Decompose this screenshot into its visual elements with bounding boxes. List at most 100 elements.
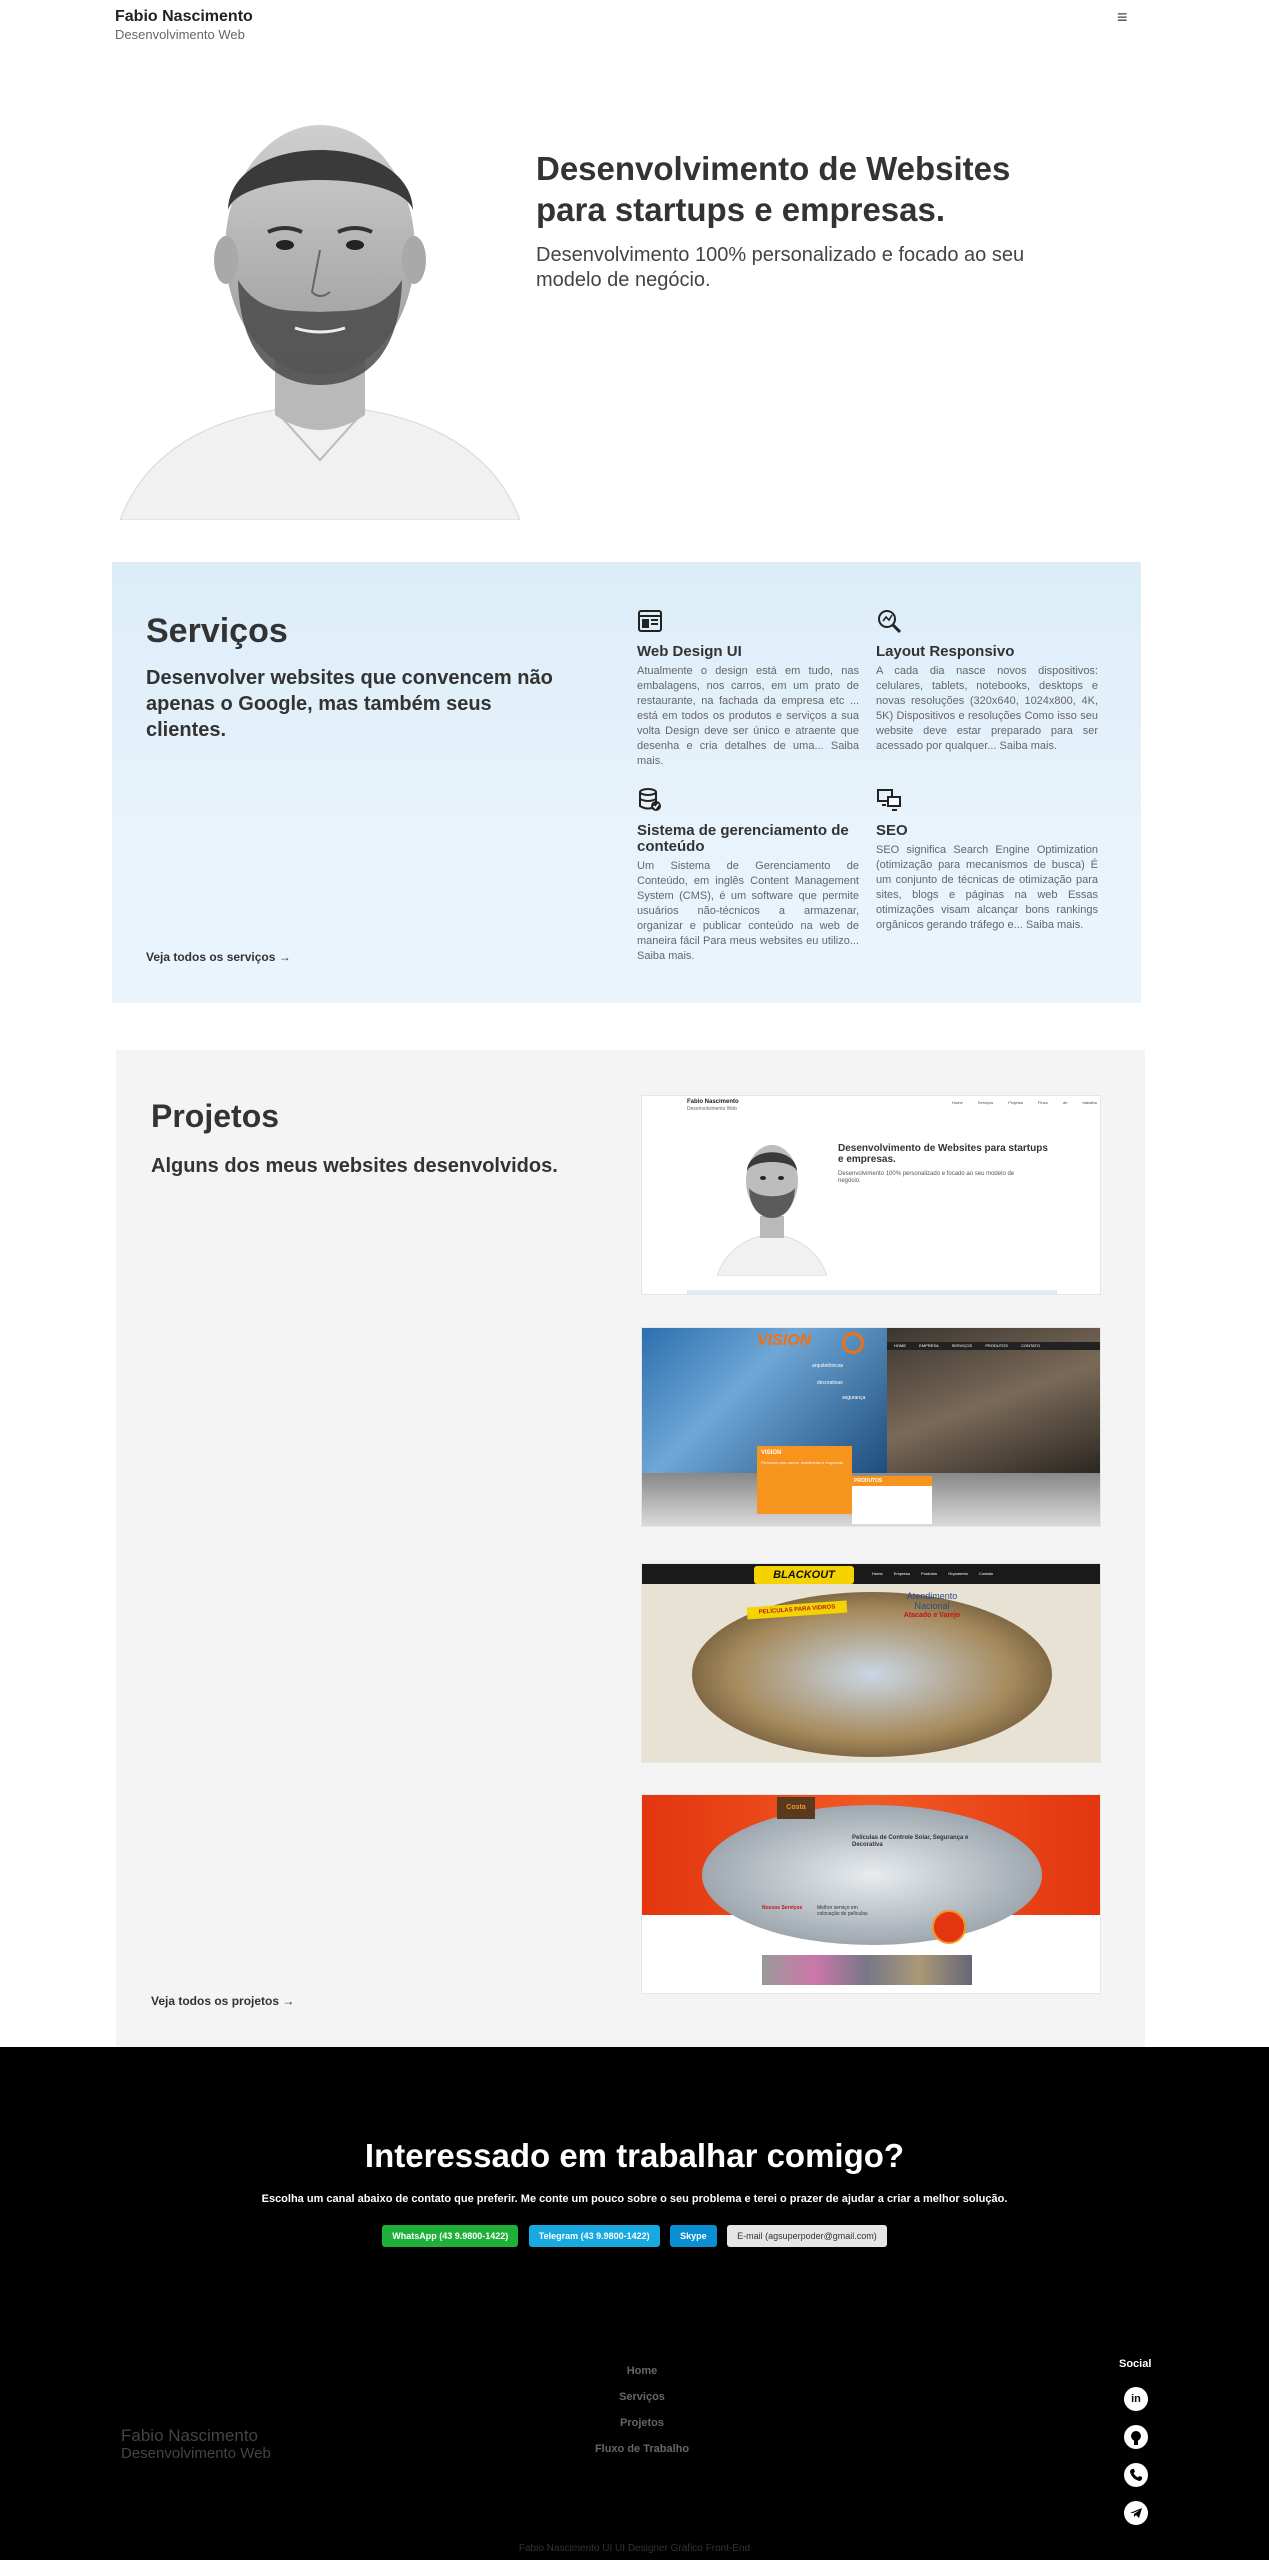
thumb-services-strip (687, 1290, 1057, 1294)
thumb-nav-item: Projetos (1008, 1100, 1023, 1105)
projects-subtitle: Alguns dos meus websites desenvolvidos. (151, 1155, 558, 1177)
all-services-link[interactable]: Veja todos os serviços → (146, 950, 291, 964)
social-title: Social (1119, 2358, 1152, 2370)
telegram-icon[interactable] (1124, 2501, 1148, 2525)
thumb-building-oval (692, 1592, 1052, 1757)
skype-button[interactable]: Skype (670, 2225, 717, 2247)
footer-nav-workflow[interactable]: Fluxo de Trabalho (560, 2443, 724, 2456)
services-title: Serviços (146, 612, 288, 650)
thumb-headline-3: Atacado e Varejo (903, 1612, 961, 1619)
service-title: Layout Responsivo (876, 643, 1015, 660)
thumb-nav-item: Produtos (920, 1571, 937, 1576)
thumb-nav: Home Empresa Produtos Orçamento Contato (872, 1571, 993, 1576)
thumb-gallery-strip (762, 1955, 972, 1985)
thumb-logo: VISION (757, 1332, 812, 1349)
footer-brand-sub: Desenvolvimento Web (121, 2445, 271, 2462)
footer-brand[interactable]: Fabio Nascimento Desenvolvimento Web (121, 2427, 271, 2463)
devices-icon (877, 789, 901, 811)
all-projects-link[interactable]: Veja todos os projetos → (151, 1994, 294, 2008)
hamburger-icon[interactable]: ≡ (1117, 8, 1135, 26)
project-thumbnail-costa[interactable]: Costa Películas de Controle Solar, Segur… (641, 1794, 1101, 1994)
thumb-label: Melhor serviço em colocação de películas (817, 1905, 868, 1917)
thumb-nav-item: Fluxo de trabalho (1038, 1100, 1097, 1105)
thumb-nav-item: CONTATO (1021, 1343, 1040, 1348)
magnify-code-icon (878, 610, 902, 634)
hero-title: Desenvolvimento de Websites para startup… (536, 150, 1011, 228)
project-thumbnail-portfolio[interactable]: Fabio Nascimento Desenvolvimento Web Hom… (641, 1095, 1101, 1295)
thumb-logo-ring (842, 1332, 864, 1354)
service-title: Web Design UI (637, 643, 742, 660)
browser-window-icon (638, 610, 662, 632)
projects-title: Projetos (151, 1098, 280, 1134)
services-section: Serviços Desenvolver websites que conven… (112, 562, 1141, 1003)
thumb-nav-item: EMPRESA (919, 1343, 939, 1348)
brand-tagline: Desenvolvimento Web (115, 27, 245, 42)
thumb-nav-item: PRODUTOS (985, 1343, 1008, 1348)
database-check-icon (639, 788, 661, 811)
thumb-orange-box: VISION Películas para carros, residência… (757, 1446, 852, 1514)
thumb-logo: BLACKOUT (754, 1566, 854, 1584)
footer-credit: Fabio Nascimento UI UI Designer Gráfico … (518, 2543, 751, 2554)
footer-nav: Home Serviços Projetos Fluxo de Trabalho (560, 2365, 724, 2469)
hero-portrait (80, 60, 540, 520)
service-title: SEO (876, 822, 908, 839)
phone-icon[interactable] (1124, 2463, 1148, 2487)
thumb-label: Nossos Serviços (762, 1905, 803, 1911)
thumb-nav: Home Serviços Projetos Fluxo de trabalho (952, 1100, 1097, 1105)
thumb-nav-item: Orçamento (948, 1571, 968, 1576)
thumb-nav-item: Home (952, 1100, 963, 1105)
telegram-button[interactable]: Telegram (43 9.9800-1422) (528, 2225, 660, 2247)
service-card-web-design[interactable]: Web Design UI Atualmente o design está e… (637, 608, 859, 769)
site-header: Fabio Nascimento Desenvolvimento Web ≡ (0, 0, 1269, 48)
contact-subtitle: Escolha um canal abaixo de contato que p… (261, 2193, 1008, 2205)
github-icon[interactable] (1124, 2425, 1148, 2449)
service-description: SEO significa Search Engine Optimization… (876, 844, 1098, 931)
footer-nav-home[interactable]: Home (560, 2365, 724, 2378)
thumb-portrait (716, 1145, 828, 1276)
footer-nav-projects[interactable]: Projetos (560, 2417, 724, 2430)
email-button[interactable]: E-mail (agsuperpoder@gmail.com) (727, 2225, 887, 2247)
thumb-badge (932, 1910, 966, 1944)
thumb-nav-item: HOME (894, 1343, 906, 1348)
contact-section: Interessado em trabalhar comigo? Escolha… (0, 2047, 1269, 2560)
thumb-nav-item: Home (872, 1571, 883, 1576)
thumb-headline-1: Atendimento (906, 1591, 958, 1601)
brand-name[interactable]: Fabio Nascimento (115, 8, 253, 26)
projects-section: Projetos Alguns dos meus websites desenv… (116, 1050, 1145, 2047)
linkedin-icon[interactable]: in (1124, 2387, 1148, 2411)
thumb-tag: segurança (842, 1395, 866, 1401)
thumb-products-box: PRODUTOS (852, 1476, 932, 1524)
contact-buttons: WhatsApp (43 9.9800-1422) Telegram (43 9… (0, 2225, 1269, 2247)
whatsapp-button[interactable]: WhatsApp (43 9.9800-1422) (382, 2225, 519, 2247)
thumb-headline-2: Nacional (914, 1601, 950, 1611)
project-thumbnail-blackout[interactable]: Home Empresa Produtos Orçamento Contato … (641, 1563, 1101, 1763)
thumb-brand: Fabio Nascimento (687, 1099, 739, 1105)
thumb-tag: decorativas (817, 1380, 843, 1386)
service-title: Sistema de gerenciamento de conteúdo (637, 822, 849, 855)
footer-nav-services[interactable]: Serviços (560, 2391, 724, 2404)
thumb-logo: Costa (786, 1804, 806, 1811)
service-card-cms[interactable]: Sistema de gerenciamento de conteúdo Um … (637, 787, 859, 964)
thumb-products-title: PRODUTOS (852, 1476, 932, 1486)
thumb-nav-item: SERVIÇOS (951, 1343, 973, 1348)
service-description: Atualmente o design está em tudo, nas em… (637, 665, 859, 767)
contact-title: Interessado em trabalhar comigo? (364, 2137, 905, 2174)
service-card-seo[interactable]: SEO SEO significa Search Engine Optimiza… (876, 787, 1098, 933)
footer-brand-name: Fabio Nascimento (121, 2426, 259, 2445)
thumb-tag: arquitetônicas (812, 1363, 844, 1369)
service-description: Um Sistema de Gerenciamento de Conteúdo,… (637, 860, 859, 962)
thumb-brand-sub: Desenvolvimento Web (687, 1106, 737, 1112)
thumb-nav-item: Empresa (893, 1571, 910, 1576)
project-thumbnail-vision[interactable]: HOME EMPRESA SERVIÇOS PRODUTOS CONTATO V… (641, 1327, 1101, 1527)
thumb-nav: HOME EMPRESA SERVIÇOS PRODUTOS CONTATO (894, 1343, 1040, 1348)
thumb-nav-item: Serviços (977, 1100, 994, 1105)
thumb-subtitle: Desenvolvimento 100% personalizado e foc… (838, 1171, 1015, 1184)
thumb-logo-box: Costa (777, 1797, 815, 1819)
services-subtitle: Desenvolver websites que convencem não a… (146, 667, 553, 741)
thumb-headline: Atendimento Nacional Atacado e Varejo (882, 1591, 982, 1621)
service-description: A cada dia nasce novos dispositivos: cel… (876, 665, 1098, 752)
thumb-showroom-oval (702, 1805, 1042, 1945)
thumb-headline: Películas de Controle Solar, Segurança e… (852, 1835, 969, 1848)
thumb-nav-item: Contato (979, 1571, 994, 1576)
service-card-responsive[interactable]: Layout Responsivo A cada dia nasce novos… (876, 608, 1098, 754)
